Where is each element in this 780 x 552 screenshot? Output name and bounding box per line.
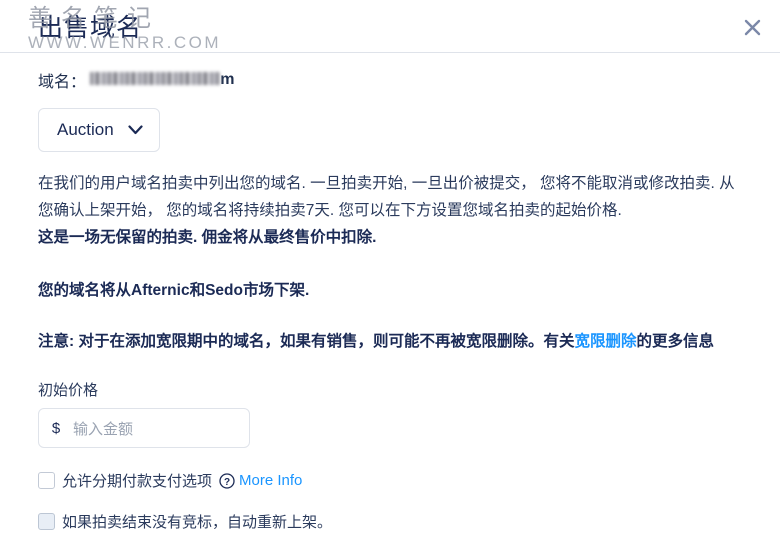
svg-text:?: ? bbox=[224, 476, 230, 487]
auction-intro-paragraph: 在我们的用户域名拍卖中列出您的域名. 一旦拍卖开始, 一旦出价被提交， 您将不能… bbox=[38, 170, 742, 251]
auction-intro-text: 在我们的用户域名拍卖中列出您的域名. 一旦拍卖开始, 一旦出价被提交， 您将不能… bbox=[38, 175, 735, 219]
relist-label[interactable]: 如果拍卖结束没有竞标，自动重新上架。 bbox=[62, 511, 332, 532]
listing-type-value: Auction bbox=[57, 120, 114, 139]
domain-label: 域名： bbox=[38, 74, 87, 91]
installment-label[interactable]: 允许分期付款支付选项 bbox=[62, 470, 212, 491]
chevron-down-icon bbox=[128, 125, 143, 135]
grace-deletion-link[interactable]: 宽限删除 bbox=[574, 333, 636, 350]
starting-price-placeholder: 输入金额 bbox=[73, 420, 134, 438]
domain-row: 域名： ███████████m bbox=[38, 68, 742, 92]
grace-period-notice: 注意: 对于在添加宽限期中的域名，如果有销售，则可能不再被宽限删除。有关宽限删除… bbox=[38, 330, 742, 353]
installment-more-info[interactable]: ? More Info bbox=[219, 472, 302, 489]
listing-type-wrapper: Auction bbox=[38, 108, 742, 152]
listing-type-select[interactable]: Auction bbox=[38, 108, 160, 152]
auction-no-reserve-text: 这是一场无保留的拍卖. 佣金将从最终售价中扣除. bbox=[38, 229, 377, 246]
close-button[interactable] bbox=[738, 13, 766, 41]
sell-domain-modal: 出售域名 善名笔记 WWW.WENRR.COM 域名： ███████████m… bbox=[0, 0, 780, 552]
grace-notice-text-after: 的更多信息 bbox=[636, 333, 715, 350]
domain-suffix: m bbox=[220, 71, 235, 88]
installment-checkbox[interactable] bbox=[38, 472, 55, 489]
close-icon bbox=[744, 19, 760, 35]
grace-notice-text-before: 注意: 对于在添加宽限期中的域名，如果有销售，则可能不再被宽限删除。有关 bbox=[38, 333, 575, 350]
installment-option-row: 允许分期付款支付选项 ? More Info bbox=[38, 470, 742, 491]
domain-masked-text: ███████████ bbox=[90, 72, 221, 85]
starting-price-label: 初始价格 bbox=[38, 382, 99, 399]
modal-body: 域名： ███████████m Auction 在我们的用户域名拍卖中列出您的… bbox=[0, 68, 780, 552]
starting-price-input[interactable]: $ 输入金额 bbox=[38, 408, 250, 448]
relist-checkbox[interactable] bbox=[38, 513, 55, 530]
modal-header: 出售域名 bbox=[0, 0, 780, 53]
marketplace-removal-notice: 您的域名将从Afternic和Sedo市场下架. bbox=[38, 277, 742, 304]
page-title: 出售域名 bbox=[38, 14, 143, 42]
currency-symbol: $ bbox=[51, 419, 61, 437]
relist-option-row: 如果拍卖结束没有竞标，自动重新上架。 bbox=[38, 511, 742, 532]
question-circle-icon: ? bbox=[219, 472, 235, 489]
marketplace-removal-text: 您的域名将从Afternic和Sedo市场下架. bbox=[38, 282, 310, 299]
domain-value: ███████████m bbox=[90, 71, 235, 89]
more-info-link: More Info bbox=[239, 472, 303, 489]
